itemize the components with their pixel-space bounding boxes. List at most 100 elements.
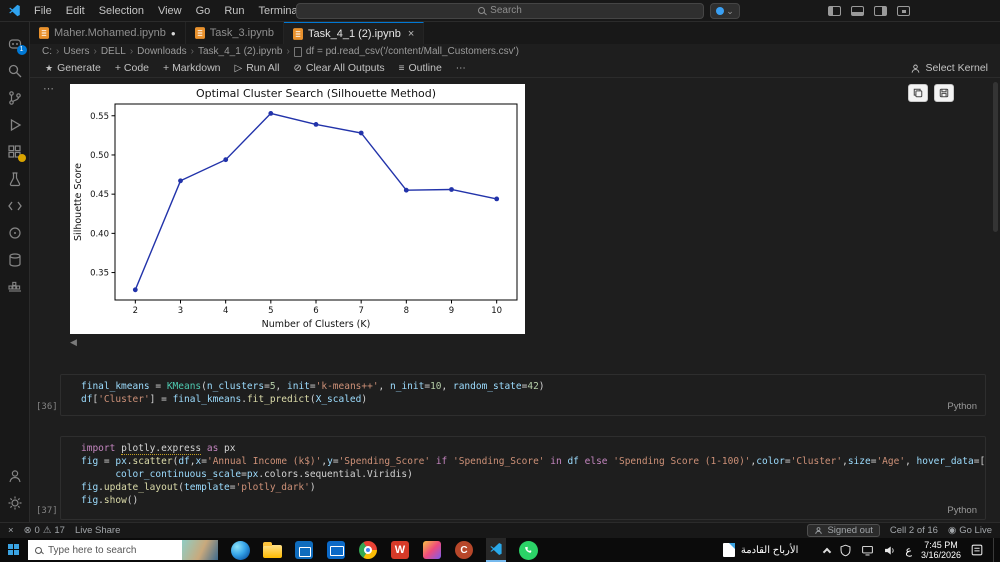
code-editor[interactable]: import plotly.express as px fig = px.scat… (61, 437, 985, 519)
tray-expand-icon[interactable] (823, 547, 832, 556)
network-icon[interactable] (861, 544, 874, 557)
vscode-taskbar-icon[interactable] (486, 538, 506, 562)
remote-explorer-icon[interactable] (3, 192, 27, 219)
outline-button[interactable]: ≡ Outline (392, 62, 449, 74)
command-center-search[interactable]: Search (296, 2, 704, 19)
security-shield-icon[interactable] (839, 544, 852, 557)
svg-text:10: 10 (491, 306, 502, 316)
titlebar: File Edit Selection View Go Run Terminal… (0, 0, 1000, 22)
problems-indicator[interactable]: ⊗ 0 ⚠ 17 (24, 525, 65, 536)
breadcrumb-item[interactable]: C: (42, 46, 52, 57)
errors-icon: ⊗ (23, 525, 32, 536)
extensions-icon[interactable] (3, 138, 27, 165)
start-button[interactable] (0, 538, 28, 562)
output-actions (908, 84, 954, 102)
action-center-icon[interactable] (970, 543, 984, 557)
code-cell-36[interactable]: final_kmeans = KMeans(n_clusters=5, init… (60, 374, 986, 416)
signed-out-button[interactable]: Signed out (807, 524, 880, 537)
tab-task-4-1[interactable]: Task_4_1 (2).ipynb × (283, 22, 425, 44)
search-icon (478, 7, 486, 14)
remote-indicator[interactable]: × (8, 525, 14, 536)
save-output-button[interactable] (934, 84, 954, 102)
cell-language-picker[interactable]: Python (947, 401, 977, 412)
toggle-sidebar-icon[interactable] (828, 5, 841, 16)
word-app-icon[interactable]: W (390, 540, 410, 560)
cell-language-picker[interactable]: Python (947, 505, 977, 516)
account-icon[interactable] (3, 462, 27, 489)
database-icon[interactable] (3, 246, 27, 273)
run-debug-icon[interactable] (3, 111, 27, 138)
warnings-icon: ⚠ (42, 525, 52, 536)
close-icon[interactable]: × (408, 28, 414, 40)
code-editor[interactable]: final_kmeans = KMeans(n_clusters=5, init… (61, 375, 985, 415)
svg-text:9: 9 (449, 306, 454, 316)
cb-app-icon[interactable]: C (454, 540, 474, 560)
live-share-button[interactable]: Live Share (75, 525, 120, 536)
select-kernel-button[interactable]: Select Kernel (910, 62, 988, 74)
search-icon[interactable] (3, 57, 27, 84)
add-code-button[interactable]: + Code (108, 62, 156, 74)
chevron-down-icon: ⌄ (726, 5, 734, 16)
settings-gear-icon[interactable] (3, 489, 27, 516)
go-live-button[interactable]: ◉ Go Live (948, 525, 992, 536)
input-language-indicator[interactable]: ع (905, 544, 912, 557)
menu-file[interactable]: File (27, 5, 59, 17)
run-all-button[interactable]: ▷ Run All (228, 62, 287, 74)
scroll-left-icon[interactable]: ◀ (70, 337, 77, 348)
show-desktop-button[interactable] (993, 538, 998, 562)
person-icon (911, 64, 919, 73)
menu-view[interactable]: View (151, 5, 189, 17)
source-control-icon[interactable] (3, 84, 27, 111)
code-cell-37[interactable]: import plotly.express as px fig = px.scat… (60, 436, 986, 520)
customize-layout-icon[interactable] (897, 5, 910, 16)
store-icon[interactable] (294, 540, 314, 560)
svg-text:0.35: 0.35 (90, 269, 109, 279)
clear-outputs-button[interactable]: ⊘ Clear All Outputs (286, 62, 391, 74)
windows-taskbar: Type here to search W C الأرباح القادمة (0, 538, 1000, 562)
copy-output-button[interactable] (908, 84, 928, 102)
scrollbar-thumb[interactable] (993, 82, 998, 232)
menu-selection[interactable]: Selection (92, 5, 151, 17)
warnings-count: 17 (54, 525, 65, 536)
copilot-menu-button[interactable]: ⌄ (710, 3, 740, 19)
clock[interactable]: 7:45 PM 3/16/2026 (921, 540, 961, 560)
pinned-apps: W C (230, 538, 538, 562)
generate-button[interactable]: ★ Generate (38, 62, 108, 74)
notebook-file-icon (292, 27, 303, 40)
whatsapp-icon[interactable] (518, 540, 538, 560)
run-icon: ▷ (234, 62, 243, 74)
menu-run[interactable]: Run (217, 5, 251, 17)
photos-icon[interactable] (422, 540, 442, 560)
breadcrumb-item[interactable]: Users (63, 46, 89, 57)
cell-indicator[interactable]: Cell 2 of 16 (890, 525, 938, 536)
breadcrumb-item[interactable]: Downloads (137, 46, 186, 57)
jupyter-icon[interactable] (3, 219, 27, 246)
breadcrumb-item[interactable]: Task_4_1 (2).ipynb (198, 46, 283, 57)
more-actions-button[interactable]: ⋯ (449, 63, 473, 74)
tab-task-3[interactable]: Task_3.ipynb (185, 22, 284, 44)
breadcrumb-item[interactable]: DELL (101, 46, 126, 57)
news-icon (722, 543, 735, 557)
breadcrumb-cell-preview[interactable]: df = pd.read_csv('/content/Mall_Customer… (306, 46, 519, 57)
docker-icon[interactable] (3, 273, 27, 300)
toggle-secondary-sidebar-icon[interactable] (874, 5, 887, 16)
toggle-panel-icon[interactable] (851, 5, 864, 16)
copilot-chat-icon[interactable]: 1 (3, 30, 27, 57)
file-explorer-icon[interactable] (262, 540, 282, 560)
svg-text:8: 8 (404, 306, 409, 316)
mail-icon[interactable] (326, 540, 346, 560)
bing-daily-image[interactable] (182, 540, 218, 560)
menu-go[interactable]: Go (189, 5, 218, 17)
news-widget[interactable]: الأرباح القادمة (722, 543, 798, 557)
output-kebab-icon[interactable]: ⋯ (43, 82, 55, 95)
volume-icon[interactable] (883, 544, 896, 557)
edge-icon[interactable] (230, 540, 250, 560)
modified-dot-icon[interactable]: ● (171, 29, 176, 38)
testing-icon[interactable] (3, 165, 27, 192)
chrome-icon[interactable] (358, 540, 378, 560)
tab-maher-mohamed[interactable]: Maher.Mohamed.ipynb ● (30, 22, 186, 44)
menu-edit[interactable]: Edit (59, 5, 92, 17)
taskbar-search-input[interactable]: Type here to search (28, 540, 218, 560)
svg-text:2: 2 (133, 306, 138, 316)
add-markdown-button[interactable]: + Markdown (156, 62, 227, 74)
